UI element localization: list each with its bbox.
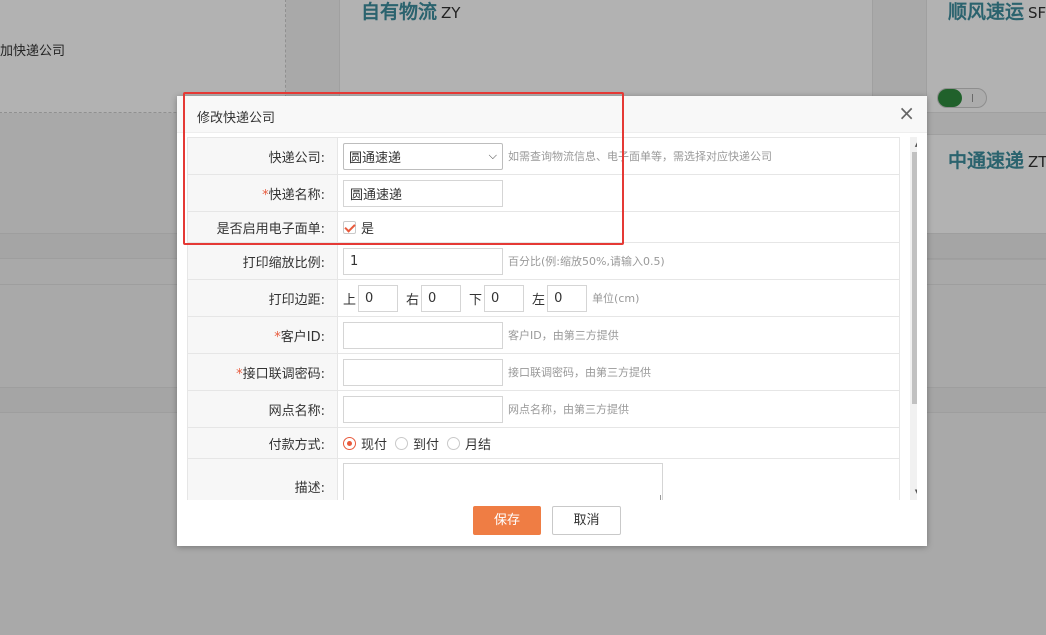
- customer-id-label: *客户ID:: [187, 316, 338, 354]
- payment-option-label: 月结: [465, 437, 492, 453]
- payment-option-label: 现付: [361, 437, 388, 453]
- scroll-up-arrow-icon[interactable]: ▲: [910, 137, 917, 152]
- margin-right-input[interactable]: [421, 284, 462, 312]
- chevron-down-icon: ⌵: [488, 149, 497, 162]
- company-selected-value: 圆通速递: [349, 150, 402, 166]
- api-key-label: *接口联调密码:: [187, 353, 338, 391]
- print-scale-label: 打印缩放比例:: [187, 242, 338, 280]
- api-key-label-text: 接口联调密码:: [242, 366, 325, 382]
- payment-radio-monthly[interactable]: [447, 436, 461, 450]
- form-row-print-margin: 打印边距: 上 右 下 左 单位(cm): [187, 279, 900, 317]
- api-key-input[interactable]: [343, 358, 503, 386]
- margin-top-label: 上: [343, 292, 357, 308]
- print-scale-input[interactable]: [343, 247, 503, 275]
- print-margin-label: 打印边距:: [187, 279, 338, 317]
- form-scrollbar[interactable]: ▲ ▼: [910, 137, 917, 500]
- margin-bottom-input[interactable]: [484, 284, 525, 312]
- company-label: 快递公司:: [187, 137, 338, 175]
- scroll-thumb[interactable]: [912, 152, 917, 404]
- form-row-e-waybill: 是否启用电子面单: 是: [187, 211, 900, 243]
- description-label: 描述:: [187, 458, 338, 500]
- save-button[interactable]: 保存: [473, 506, 541, 535]
- payment-radio-cash[interactable]: [343, 436, 356, 450]
- margin-left-label: 左: [532, 292, 546, 308]
- edit-form: 快递公司: 圆通速递 ⌵ 如需查询物流信息、电子面单等，需选择对应快递公司 *快…: [187, 137, 900, 500]
- branch-name-label: 网点名称:: [187, 390, 338, 428]
- customer-id-label-text: 客户ID:: [280, 329, 325, 345]
- form-row-api-key: *接口联调密码: 接口联调密码，由第三方提供: [187, 353, 900, 391]
- branch-name-hint: 网点名称，由第三方提供: [508, 403, 629, 416]
- dialog-body: 快递公司: 圆通速递 ⌵ 如需查询物流信息、电子面单等，需选择对应快递公司 *快…: [187, 137, 917, 500]
- form-row-description: 描述:: [187, 458, 900, 500]
- express-name-label: *快递名称:: [187, 174, 338, 212]
- e-waybill-option-label: 是: [361, 221, 375, 237]
- print-scale-hint: 百分比(例:缩放50%,请输入0.5): [508, 255, 665, 268]
- payment-label: 付款方式:: [187, 427, 338, 459]
- edit-express-company-dialog: 修改快递公司 × 快递公司: 圆通速递 ⌵ 如需查询物流信息、电子面单等，需选择…: [177, 96, 927, 546]
- scroll-down-arrow-icon[interactable]: ▼: [910, 485, 917, 500]
- cancel-button[interactable]: 取消: [552, 506, 621, 535]
- form-row-branch-name: 网点名称: 网点名称，由第三方提供: [187, 390, 900, 428]
- express-name-label-text: 快递名称:: [268, 187, 325, 203]
- e-waybill-checkbox[interactable]: [343, 220, 356, 234]
- payment-option-label: 到付: [413, 437, 440, 453]
- customer-id-hint: 客户ID，由第三方提供: [508, 329, 619, 342]
- margin-left-input[interactable]: [547, 284, 588, 312]
- margin-right-label: 右: [406, 292, 420, 308]
- dialog-header: 修改快递公司 ×: [177, 96, 927, 133]
- branch-name-input[interactable]: [343, 395, 503, 423]
- form-row-payment: 付款方式: 现付 到付 月结: [187, 427, 900, 459]
- description-textarea[interactable]: [343, 463, 663, 500]
- express-name-input[interactable]: [343, 179, 503, 207]
- e-waybill-label: 是否启用电子面单:: [187, 211, 338, 243]
- resize-grip-icon[interactable]: [655, 495, 661, 500]
- customer-id-input[interactable]: [343, 321, 503, 349]
- close-icon[interactable]: ×: [898, 102, 915, 124]
- company-hint: 如需查询物流信息、电子面单等，需选择对应快递公司: [508, 150, 772, 163]
- form-row-print-scale: 打印缩放比例: 百分比(例:缩放50%,请输入0.5): [187, 242, 900, 280]
- form-row-company: 快递公司: 圆通速递 ⌵ 如需查询物流信息、电子面单等，需选择对应快递公司: [187, 137, 900, 175]
- margin-bottom-label: 下: [469, 292, 483, 308]
- payment-radio-cod[interactable]: [395, 436, 409, 450]
- api-key-hint: 接口联调密码，由第三方提供: [508, 366, 651, 379]
- margin-top-input[interactable]: [358, 284, 399, 312]
- dialog-title: 修改快递公司: [197, 111, 276, 126]
- margin-unit-hint: 单位(cm): [592, 292, 640, 305]
- company-select[interactable]: 圆通速递 ⌵: [343, 142, 503, 170]
- form-row-customer-id: *客户ID: 客户ID，由第三方提供: [187, 316, 900, 354]
- form-row-express-name: *快递名称:: [187, 174, 900, 212]
